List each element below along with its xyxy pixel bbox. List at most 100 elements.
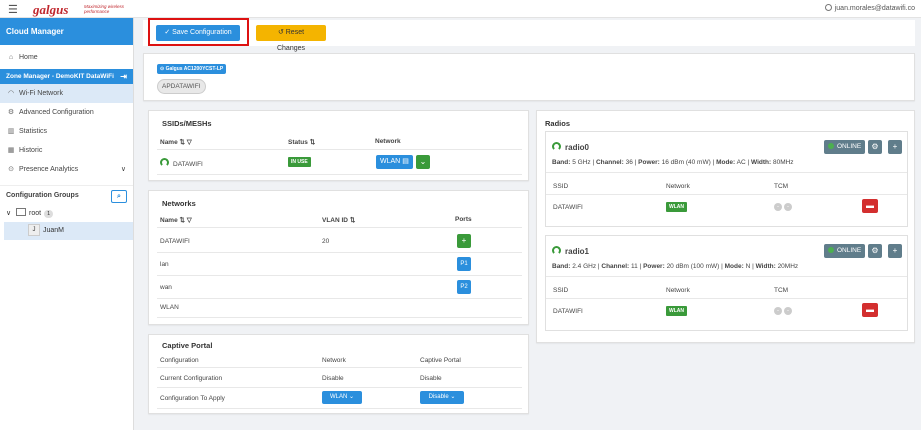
top-bar: ☰ galgus Maximizing wireless performance…	[0, 0, 921, 18]
ssids-title: SSIDs/MESHs	[162, 119, 212, 128]
sort-icon[interactable]: ⇅	[180, 139, 185, 146]
settings-button[interactable]: ⚙	[868, 244, 882, 258]
chevron-down-icon: ⌄	[419, 157, 427, 166]
sidebar-item-advanced-configuration[interactable]: ⚙ Advanced Configuration	[0, 103, 133, 122]
configuration-to-apply-label: Configuration To Apply	[160, 395, 225, 402]
count-badge: 1	[44, 210, 54, 218]
gear-icon: ⚙	[7, 109, 15, 116]
column-header-name[interactable]: Name ⇅ ▽	[160, 216, 192, 224]
column-header-name[interactable]: Name ⇅ ▽	[160, 138, 192, 146]
wifi-icon	[552, 142, 561, 151]
calendar-icon: ▦	[7, 147, 15, 154]
network-name: lan	[160, 261, 169, 268]
logo: galgus	[33, 2, 69, 17]
column-header-tcm: TCM	[774, 183, 789, 190]
apply-network-select[interactable]: WLAN ⌄	[322, 391, 362, 404]
status-dot	[828, 143, 834, 149]
filter-icon[interactable]: ▽	[187, 139, 192, 146]
online-status-badge: ONLINE	[824, 140, 866, 154]
chevron-down-icon[interactable]: ∨	[6, 205, 16, 222]
sidebar-item-wifi-network[interactable]: ◠ Wi-Fi Network	[0, 84, 133, 103]
gear-icon: ⚙	[871, 246, 879, 255]
networks-card: Networks Name ⇅ ▽ VLAN ID ⇅ Ports DATAWI…	[148, 190, 529, 325]
chevron-down-icon: ⌄	[450, 394, 456, 400]
tcm-toggle-icon[interactable]: -	[774, 203, 782, 211]
wifi-icon	[552, 246, 561, 255]
apply-portal-select[interactable]: Disable ⌄	[420, 391, 464, 404]
tcm-toggle-icon[interactable]: -	[784, 203, 792, 211]
folder-icon	[16, 208, 26, 216]
column-header-configuration: Configuration	[160, 357, 199, 364]
trash-icon: ▬	[866, 305, 874, 314]
column-header-network: Network	[666, 183, 690, 190]
configuration-groups-header: Configuration Groups ⌕	[0, 185, 133, 205]
radio-details: Band: 5 GHz | Channel: 36 | Power: 16 dB…	[552, 159, 794, 166]
radio-ssid: DATAWIFI	[553, 204, 583, 211]
user-email: juan.morales@datawifi.co	[834, 5, 915, 12]
tcm-toggle-icon[interactable]: -	[784, 307, 792, 315]
delete-button[interactable]: ▬	[862, 303, 878, 317]
tcm-toggles[interactable]: --	[774, 203, 794, 211]
gear-icon: ⚙	[871, 142, 879, 151]
sort-icon[interactable]: ⇅	[180, 217, 185, 224]
sidebar-item-statistics[interactable]: ▥ Statistics	[0, 122, 133, 141]
ap-chip[interactable]: APDATAWIFI	[157, 79, 206, 94]
reset-changes-button[interactable]: ↺ Reset Changes	[256, 25, 326, 52]
expand-button[interactable]: ⌄	[416, 155, 430, 169]
radio-details: Band: 2.4 GHz | Channel: 11 | Power: 20 …	[552, 263, 799, 270]
list-icon: ▤	[402, 158, 409, 165]
tcm-toggle-icon[interactable]: -	[774, 307, 782, 315]
radio-name: radio0	[552, 142, 589, 152]
port-badge-p2[interactable]: P2	[457, 280, 471, 294]
chevron-down-icon: ∨	[120, 166, 126, 173]
column-header-status[interactable]: Status ⇅	[288, 138, 315, 146]
status-dot	[828, 247, 834, 253]
device-model-badge: ⊙ Galgus AC1200YCST-LP	[157, 64, 227, 74]
trash-icon: ▬	[866, 201, 874, 210]
add-button[interactable]: +	[888, 140, 902, 154]
filter-icon[interactable]: ▽	[187, 217, 192, 224]
column-header-captive-portal: Captive Portal	[420, 357, 461, 364]
column-header-vlan[interactable]: VLAN ID ⇅	[322, 216, 355, 224]
sidebar-item-historic[interactable]: ▦ Historic	[0, 141, 133, 160]
column-header-network: Network	[322, 357, 346, 364]
exit-icon[interactable]: ⇥	[120, 69, 127, 84]
column-header-tcm: TCM	[774, 287, 789, 294]
chart-icon: ▥	[7, 128, 15, 135]
network-badge: WLAN	[666, 202, 687, 212]
port-badge-p1[interactable]: P1	[457, 257, 471, 271]
user-icon	[824, 4, 832, 11]
sort-icon[interactable]: ⇅	[350, 217, 355, 224]
column-header-ports: Ports	[455, 216, 472, 223]
tree-item-root[interactable]: ∨ root 1	[0, 205, 133, 222]
search-icon[interactable]: ⌕	[111, 190, 127, 203]
plus-icon: +	[892, 246, 898, 255]
chevron-down-icon: ⌄	[348, 394, 355, 400]
device-card: ⊙ Galgus AC1200YCST-LP APDATAWIFI	[143, 53, 915, 101]
sidebar-item-home[interactable]: ⌂ Home	[0, 48, 133, 67]
radios-card: Radios radio0 ONLINE ⚙ + Band: 5 GHz | C…	[536, 110, 915, 343]
settings-button[interactable]: ⚙	[868, 140, 882, 154]
sidebar-item-presence-analytics[interactable]: ⊙ Presence Analytics ∨	[0, 160, 133, 179]
add-button[interactable]: +	[888, 244, 902, 258]
ssid-network-select[interactable]: WLAN ▤	[376, 155, 413, 169]
wifi-icon	[160, 158, 169, 167]
tcm-toggles[interactable]: --	[774, 307, 794, 315]
radio-panel-radio0: radio0 ONLINE ⚙ + Band: 5 GHz | Channel:…	[545, 131, 908, 227]
networks-title: Networks	[162, 199, 196, 208]
network-name: wan	[160, 284, 172, 291]
online-status-badge: ONLINE	[824, 244, 866, 258]
captive-portal-card: Captive Portal Configuration Network Cap…	[148, 334, 529, 414]
add-port-button[interactable]: +	[457, 234, 471, 248]
current-configuration-label: Current Configuration	[160, 375, 223, 382]
reset-icon: ↺	[277, 29, 286, 36]
zone-manager-header[interactable]: Zone Manager - DemoKIT DataWiFi ⇥	[0, 69, 133, 84]
sort-icon[interactable]: ⇅	[310, 139, 315, 146]
user-menu[interactable]: juan.morales@datawifi.co	[824, 4, 915, 12]
tree-item-juanm[interactable]: J JuanM	[4, 222, 133, 240]
radio-ssid: DATAWIFI	[553, 308, 583, 315]
delete-button[interactable]: ▬	[862, 199, 878, 213]
menu-icon[interactable]: ☰	[8, 3, 18, 16]
captive-portal-title: Captive Portal	[162, 341, 213, 350]
sidebar-title: Cloud Manager	[0, 18, 133, 45]
